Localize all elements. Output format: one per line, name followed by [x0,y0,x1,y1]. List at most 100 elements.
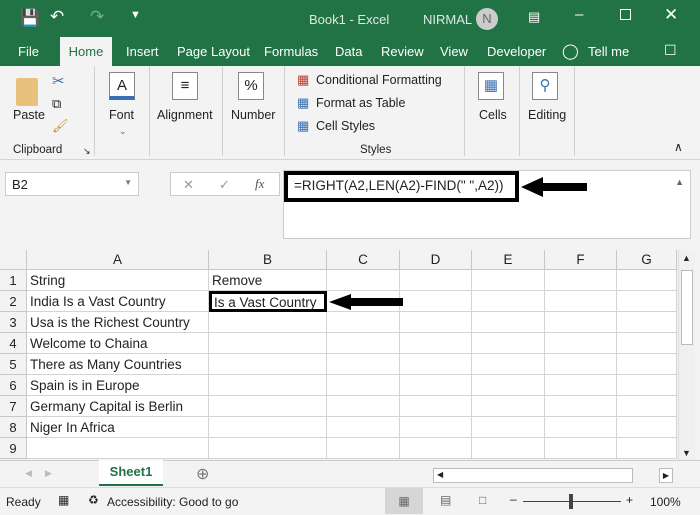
column-header-g[interactable]: G [617,250,677,270]
undo-icon[interactable]: ↶ [50,7,64,27]
cancel-icon[interactable]: ✕ [183,177,194,193]
page-break-view-icon[interactable]: □ [479,493,486,507]
prev-sheet-icon[interactable]: ◀ [25,468,32,479]
conditional-formatting-button[interactable]: Conditional Formatting [316,73,442,87]
scrollbar-thumb[interactable] [681,270,693,345]
cell-G9[interactable] [617,438,677,459]
cell-D5[interactable] [400,354,472,375]
row-header[interactable]: 9 [0,438,27,459]
row-header[interactable]: 6 [0,375,27,396]
save-icon[interactable]: 💾 [20,8,40,28]
column-header-e[interactable]: E [472,250,545,270]
cell-A9[interactable] [27,438,209,459]
accessibility-icon[interactable]: ♻ [88,493,99,507]
row-header[interactable]: 4 [0,333,27,354]
vertical-scrollbar[interactable]: ▲ ▼ [678,250,695,460]
cell-A7[interactable]: Germany Capital is Berlin [27,396,209,417]
cell-F8[interactable] [545,417,617,438]
cell-E3[interactable] [472,312,545,333]
name-box[interactable]: B2 ▼ [5,172,139,196]
add-sheet-icon[interactable]: ⊕ [196,464,209,484]
column-header-f[interactable]: F [545,250,617,270]
cell-G3[interactable] [617,312,677,333]
cell-D7[interactable] [400,396,472,417]
select-all-button[interactable] [0,250,27,270]
enter-icon[interactable]: ✓ [219,177,230,193]
cell-E7[interactable] [472,396,545,417]
cell-D6[interactable] [400,375,472,396]
cell-F4[interactable] [545,333,617,354]
row-header[interactable]: 5 [0,354,27,375]
cell-G2[interactable] [617,291,677,312]
tab-page-layout[interactable]: Page Layout [177,44,250,59]
cell-G6[interactable] [617,375,677,396]
cell-G4[interactable] [617,333,677,354]
collapse-formula-bar-icon[interactable]: ▲ [675,177,684,187]
cells-group[interactable]: ▦ Cells [465,66,520,156]
row-header[interactable]: 8 [0,417,27,438]
scroll-down-icon[interactable]: ▼ [682,448,691,458]
cell-E4[interactable] [472,333,545,354]
cell-G7[interactable] [617,396,677,417]
cell-D9[interactable] [400,438,472,459]
cell-B8[interactable] [209,417,327,438]
cell-B5[interactable] [209,354,327,375]
scroll-right-icon[interactable]: ▶ [659,468,673,483]
redo-icon[interactable]: ↷ [90,7,104,27]
tell-me-search[interactable]: Tell me [588,44,629,59]
editing-group[interactable]: ⚲ Editing [520,66,575,156]
cell-F9[interactable] [545,438,617,459]
number-group[interactable]: % Number [223,66,285,156]
zoom-slider[interactable] [523,494,621,509]
collapse-ribbon-icon[interactable]: ∧ [674,140,683,154]
cell-B7[interactable] [209,396,327,417]
zoom-level[interactable]: 100% [650,495,681,509]
tab-home[interactable]: Home [60,37,112,66]
cell-A1[interactable]: String [27,270,209,291]
font-group[interactable]: A Font ⌄ [95,66,150,156]
column-header-b[interactable]: B [209,250,327,270]
format-painter-icon[interactable]: 🖌 [52,118,69,134]
cell-A3[interactable]: Usa is the Richest Country [27,312,209,333]
cell-G8[interactable] [617,417,677,438]
tab-review[interactable]: Review [381,44,424,59]
column-header-a[interactable]: A [27,250,209,270]
cell-E9[interactable] [472,438,545,459]
row-header[interactable]: 3 [0,312,27,333]
accessibility-status[interactable]: Accessibility: Good to go [107,495,238,509]
tab-data[interactable]: Data [335,44,362,59]
cell-F3[interactable] [545,312,617,333]
copy-icon[interactable]: ⧉ [52,96,61,112]
row-header[interactable]: 2 [0,291,27,312]
cell-D2[interactable] [400,291,472,312]
cell-B3[interactable] [209,312,327,333]
cell-A2[interactable]: India Is a Vast Country [27,291,209,312]
dialog-launcher-icon[interactable]: ↘ [83,146,91,157]
insert-function-icon[interactable]: fx [255,176,264,192]
next-sheet-icon[interactable]: ▶ [45,468,52,479]
cell-E1[interactable] [472,270,545,291]
cell-A6[interactable]: Spain is in Europe [27,375,209,396]
zoom-out-icon[interactable]: – [510,492,517,506]
cell-F5[interactable] [545,354,617,375]
cell-G1[interactable] [617,270,677,291]
formula-input[interactable]: =RIGHT(A2,LEN(A2)-FIND(" ",A2)) ▲ [283,170,691,239]
cell-E8[interactable] [472,417,545,438]
cell-B9[interactable] [209,438,327,459]
cell-C4[interactable] [327,333,400,354]
tab-view[interactable]: View [440,44,468,59]
cell-B1[interactable]: Remove [209,270,327,291]
cell-C9[interactable] [327,438,400,459]
normal-view-icon[interactable]: ▦ [385,488,423,514]
chevron-down-icon[interactable]: ▼ [124,178,132,187]
cell-B6[interactable] [209,375,327,396]
column-header-d[interactable]: D [400,250,472,270]
paste-icon[interactable] [16,78,38,106]
tab-formulas[interactable]: Formulas [264,44,318,59]
cell-C7[interactable] [327,396,400,417]
cell-G5[interactable] [617,354,677,375]
macro-icon[interactable]: ▦ [58,493,69,507]
cell-D1[interactable] [400,270,472,291]
close-icon[interactable]: ✕ [664,5,678,25]
ribbon-display-icon[interactable]: ▤ [528,9,540,25]
